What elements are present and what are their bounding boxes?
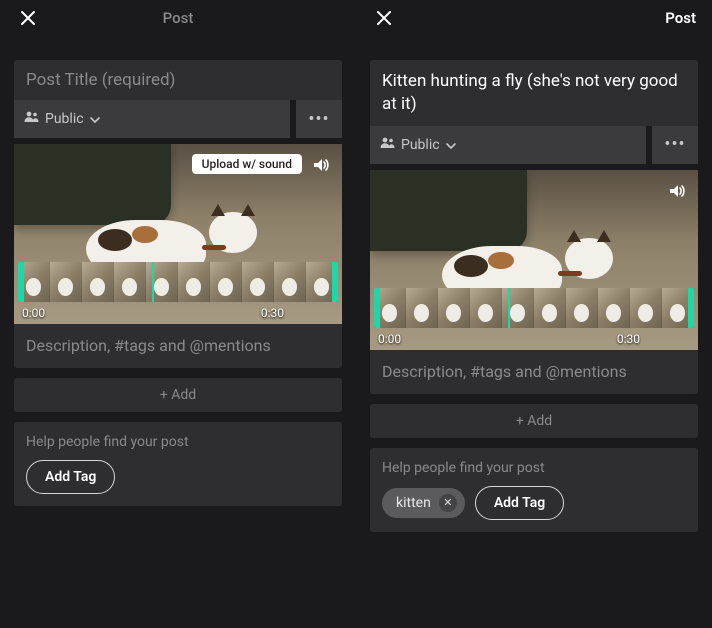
tag-help-label: Help people find your post — [382, 460, 686, 476]
tag-chip[interactable]: kitten ✕ — [382, 488, 465, 518]
trim-timeline[interactable] — [374, 288, 694, 328]
post-submit-button[interactable]: Post — [665, 9, 696, 27]
privacy-row: Public ••• — [14, 100, 342, 138]
post-submit-button[interactable]: Post — [163, 9, 194, 27]
tag-section: Help people find your post kitten ✕ Add … — [370, 448, 698, 532]
privacy-label: Public — [401, 137, 440, 153]
video-preview[interactable]: 0:00 0:30 — [370, 170, 698, 350]
chevron-down-icon — [446, 137, 456, 153]
post-title-input[interactable]: Kitten hunting a fly (she's not very goo… — [370, 60, 698, 126]
time-start-label: 0:00 — [22, 306, 45, 320]
time-end-label: 0:30 — [617, 332, 640, 346]
add-media-button[interactable]: + Add — [14, 378, 342, 412]
left-panel: Post Post Title (required) Public ••• — [0, 0, 356, 628]
video-preview[interactable]: Upload w/ sound 0:00 0:30 — [14, 144, 342, 324]
time-start-label: 0:00 — [378, 332, 401, 346]
ellipsis-icon: ••• — [308, 109, 329, 130]
trim-handle-left[interactable] — [374, 288, 380, 328]
time-end-label: 0:30 — [261, 306, 284, 320]
header: Post — [370, 0, 698, 36]
description-input[interactable]: Description, #tags and @mentions — [370, 350, 698, 394]
post-title-input[interactable]: Post Title (required) — [14, 60, 342, 100]
privacy-selector[interactable]: Public — [370, 126, 646, 164]
trim-handle-right[interactable] — [332, 262, 338, 302]
ellipsis-icon: ••• — [664, 134, 685, 155]
people-icon — [24, 111, 39, 127]
header: Post — [14, 0, 342, 36]
sound-toggle-button[interactable] — [310, 154, 332, 176]
tag-row: Add Tag — [26, 460, 330, 494]
more-options-button[interactable]: ••• — [296, 100, 342, 138]
playhead[interactable] — [152, 262, 154, 302]
trim-timeline[interactable] — [18, 262, 338, 302]
people-icon — [380, 137, 395, 153]
tag-row: kitten ✕ Add Tag — [382, 486, 686, 520]
sound-toggle-button[interactable] — [666, 180, 688, 202]
close-icon[interactable] — [372, 6, 396, 30]
trim-handle-left[interactable] — [18, 262, 24, 302]
playhead[interactable] — [508, 288, 510, 328]
tag-help-label: Help people find your post — [26, 434, 330, 450]
close-icon[interactable] — [16, 6, 40, 30]
composer: Kitten hunting a fly (she's not very goo… — [370, 60, 698, 532]
tag-section: Help people find your post Add Tag — [14, 422, 342, 506]
right-panel: Post Kitten hunting a fly (she's not ver… — [356, 0, 712, 628]
composer: Post Title (required) Public ••• — [14, 60, 342, 506]
trim-handle-right[interactable] — [688, 288, 694, 328]
description-input[interactable]: Description, #tags and @mentions — [14, 324, 342, 368]
privacy-label: Public — [45, 111, 84, 127]
add-tag-button[interactable]: Add Tag — [26, 460, 115, 494]
privacy-selector[interactable]: Public — [14, 100, 290, 138]
chevron-down-icon — [90, 111, 100, 127]
add-tag-button[interactable]: Add Tag — [475, 486, 564, 520]
more-options-button[interactable]: ••• — [652, 126, 698, 164]
privacy-row: Public ••• — [370, 126, 698, 164]
tag-remove-icon[interactable]: ✕ — [439, 494, 457, 512]
add-media-button[interactable]: + Add — [370, 404, 698, 438]
tag-chip-label: kitten — [396, 495, 431, 511]
